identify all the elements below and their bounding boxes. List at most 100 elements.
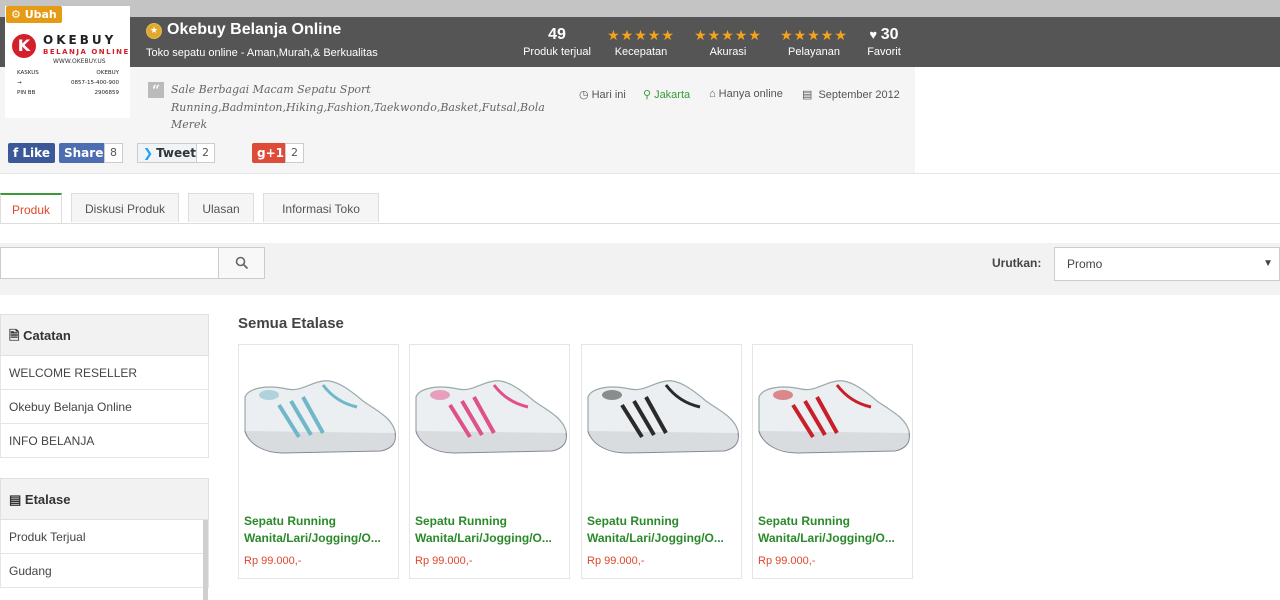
sidebar-item-note[interactable]: Okebuy Belanja Online bbox=[0, 390, 209, 424]
heart-icon: ♥ bbox=[869, 27, 881, 42]
product-image[interactable] bbox=[410, 345, 569, 507]
shop-header: ★ Okebuy Belanja Online Toko sepatu onli… bbox=[0, 17, 1280, 67]
sidebar-notes-title: Catatan bbox=[23, 328, 71, 343]
meta-active: ◷ Hari ini bbox=[579, 88, 626, 101]
tab-ulasan[interactable]: Ulasan bbox=[188, 193, 254, 222]
service-stars-icon: ★★★★★ bbox=[780, 27, 848, 43]
like-label: Like bbox=[22, 146, 50, 160]
product-price: Rp 99.000,- bbox=[758, 555, 816, 567]
chevron-down-icon: ▼ bbox=[1263, 258, 1273, 269]
meta-location: ⚲ Jakarta bbox=[643, 88, 690, 101]
product-image[interactable] bbox=[582, 345, 741, 507]
facebook-share-button[interactable]: Share bbox=[59, 143, 109, 163]
stat-sold: 49 Produk terjual bbox=[520, 25, 594, 59]
product-name-line[interactable]: Wanita/Lari/Jogging/O... bbox=[587, 530, 739, 547]
meta-joined-text: September 2012 bbox=[818, 89, 900, 101]
search-button[interactable] bbox=[218, 247, 265, 279]
product-card[interactable]: Sepatu Running Wanita/Lari/Jogging/O... R… bbox=[409, 344, 570, 579]
logo-name: OKEBUY bbox=[43, 33, 117, 47]
logo-subtitle: BELANJA ONLINE bbox=[43, 48, 130, 56]
shop-tagline: Toko sepatu online - Aman,Murah,& Berkua… bbox=[146, 47, 378, 59]
product-card[interactable]: Sepatu Running Wanita/Lari/Jogging/O... R… bbox=[238, 344, 399, 579]
product-name-line[interactable]: Wanita/Lari/Jogging/O... bbox=[244, 530, 396, 547]
tab-diskusi-produk[interactable]: Diskusi Produk bbox=[71, 193, 179, 222]
stat-accuracy: ★★★★★ Akurasi bbox=[690, 25, 766, 59]
sort-select[interactable]: Promo ▼ bbox=[1054, 247, 1280, 281]
shop-badge-icon: ★ bbox=[146, 23, 162, 39]
product-price: Rp 99.000,- bbox=[587, 555, 645, 567]
stat-service: ★★★★★ Pelayanan bbox=[776, 25, 852, 59]
logo-contact-value: 2906859 bbox=[94, 90, 120, 96]
shop-tabs: Produk Diskusi Produk Ulasan Informasi T… bbox=[0, 193, 1280, 224]
meta-shipping-text: Hanya online bbox=[718, 88, 783, 100]
stat-favorite-label: Favorit bbox=[867, 46, 901, 58]
stat-favorite-value: 30 bbox=[880, 26, 899, 43]
gplus-count: 2 bbox=[285, 143, 304, 163]
product-name-line[interactable]: Sepatu Running bbox=[587, 513, 739, 530]
tab-produk[interactable]: Produk bbox=[0, 193, 62, 223]
gear-icon: ⚙ bbox=[11, 8, 25, 21]
logo-contacts: KASKUS OKEBUY → 0857-15-400-900 PIN BB 2906… bbox=[17, 68, 133, 98]
sort-selected-value: Promo bbox=[1067, 257, 1103, 271]
product-card[interactable]: Sepatu Running Wanita/Lari/Jogging/O... R… bbox=[581, 344, 742, 579]
section-title: Semua Etalase bbox=[238, 315, 344, 332]
google-plus-icon: g bbox=[257, 146, 266, 160]
twitter-icon: ❯ bbox=[143, 146, 154, 160]
sidebar-scrollbar[interactable] bbox=[203, 520, 208, 600]
logo-contact-value: 0857-15-400-900 bbox=[71, 80, 119, 86]
product-name-line[interactable]: Sepatu Running bbox=[244, 513, 396, 530]
product-image[interactable] bbox=[753, 345, 912, 507]
change-logo-label: Ubah bbox=[24, 8, 57, 21]
list-icon: ▤ bbox=[9, 492, 25, 507]
sidebar-item-note[interactable]: INFO BELANJA bbox=[0, 424, 209, 458]
tweet-button[interactable]: ❯ Tweet bbox=[137, 143, 203, 163]
search-bar: Urutkan: Promo ▼ bbox=[0, 243, 1280, 295]
product-price: Rp 99.000,- bbox=[415, 555, 473, 567]
stat-speed-label: Kecepatan bbox=[614, 46, 668, 58]
note-icon: 🗎 bbox=[9, 328, 24, 343]
tweet-label: Tweet bbox=[156, 146, 197, 160]
shop-name[interactable]: Okebuy Belanja Online bbox=[167, 21, 341, 39]
meta-shipping: ⌂ Hanya online bbox=[709, 88, 783, 100]
facebook-icon: f bbox=[13, 146, 23, 160]
stat-favorite[interactable]: ♥ 30 Favorit bbox=[862, 25, 906, 59]
change-logo-button[interactable]: ⚙ Ubah bbox=[6, 6, 62, 23]
stat-accuracy-label: Akurasi bbox=[709, 46, 747, 58]
tab-informasi-toko[interactable]: Informasi Toko bbox=[263, 193, 379, 222]
facebook-like-button[interactable]: f Like bbox=[8, 143, 55, 163]
stat-sold-label: Produk terjual bbox=[523, 46, 591, 58]
product-image[interactable] bbox=[239, 345, 398, 507]
meta-joined: ▤ September 2012 bbox=[802, 88, 900, 101]
product-name-line[interactable]: Sepatu Running bbox=[415, 513, 567, 530]
stat-sold-value: 49 bbox=[548, 26, 566, 43]
tweet-count: 2 bbox=[196, 143, 215, 163]
shop-description: Sale Berbagai Macam Sepatu Sport Running… bbox=[171, 83, 545, 131]
sidebar-item-etalase[interactable]: Produk Terjual bbox=[0, 520, 209, 554]
logo-contact-value: OKEBUY bbox=[96, 70, 119, 76]
share-count: 8 bbox=[104, 143, 123, 163]
logo-mark: K bbox=[12, 34, 36, 58]
product-name-line[interactable]: Wanita/Lari/Jogging/O... bbox=[758, 530, 910, 547]
top-strip bbox=[0, 0, 1280, 17]
stat-service-label: Pelayanan bbox=[788, 46, 840, 58]
quote-icon: “ bbox=[148, 82, 164, 99]
sidebar-item-note[interactable]: WELCOME RESELLER bbox=[0, 356, 209, 390]
map-pin-icon: ⚲ bbox=[643, 89, 652, 101]
sidebar-item-etalase[interactable]: Gudang bbox=[0, 554, 209, 588]
product-card[interactable]: Sepatu Running Wanita/Lari/Jogging/O... R… bbox=[752, 344, 913, 579]
sidebar-etalase-title: Etalase bbox=[24, 492, 71, 507]
product-name-line[interactable]: Sepatu Running bbox=[758, 513, 910, 530]
sidebar-notes-header: 🗎 Catatan bbox=[0, 314, 209, 356]
home-icon: ⌂ bbox=[709, 88, 716, 100]
speed-stars-icon: ★★★★★ bbox=[607, 27, 675, 43]
logo-contact-label: → bbox=[17, 80, 22, 86]
product-name-line[interactable]: Wanita/Lari/Jogging/O... bbox=[415, 530, 567, 547]
gplus-label: +1 bbox=[265, 146, 284, 160]
accuracy-stars-icon: ★★★★★ bbox=[694, 27, 762, 43]
google-plus-button[interactable]: g+1 bbox=[252, 143, 289, 163]
sidebar: 🗎 Catatan WELCOME RESELLER Okebuy Belanj… bbox=[0, 314, 209, 600]
search-icon bbox=[235, 256, 248, 270]
sidebar-etalase-header: ▤ Etalase bbox=[0, 478, 209, 520]
search-input[interactable] bbox=[0, 247, 218, 279]
product-price: Rp 99.000,- bbox=[244, 555, 302, 567]
